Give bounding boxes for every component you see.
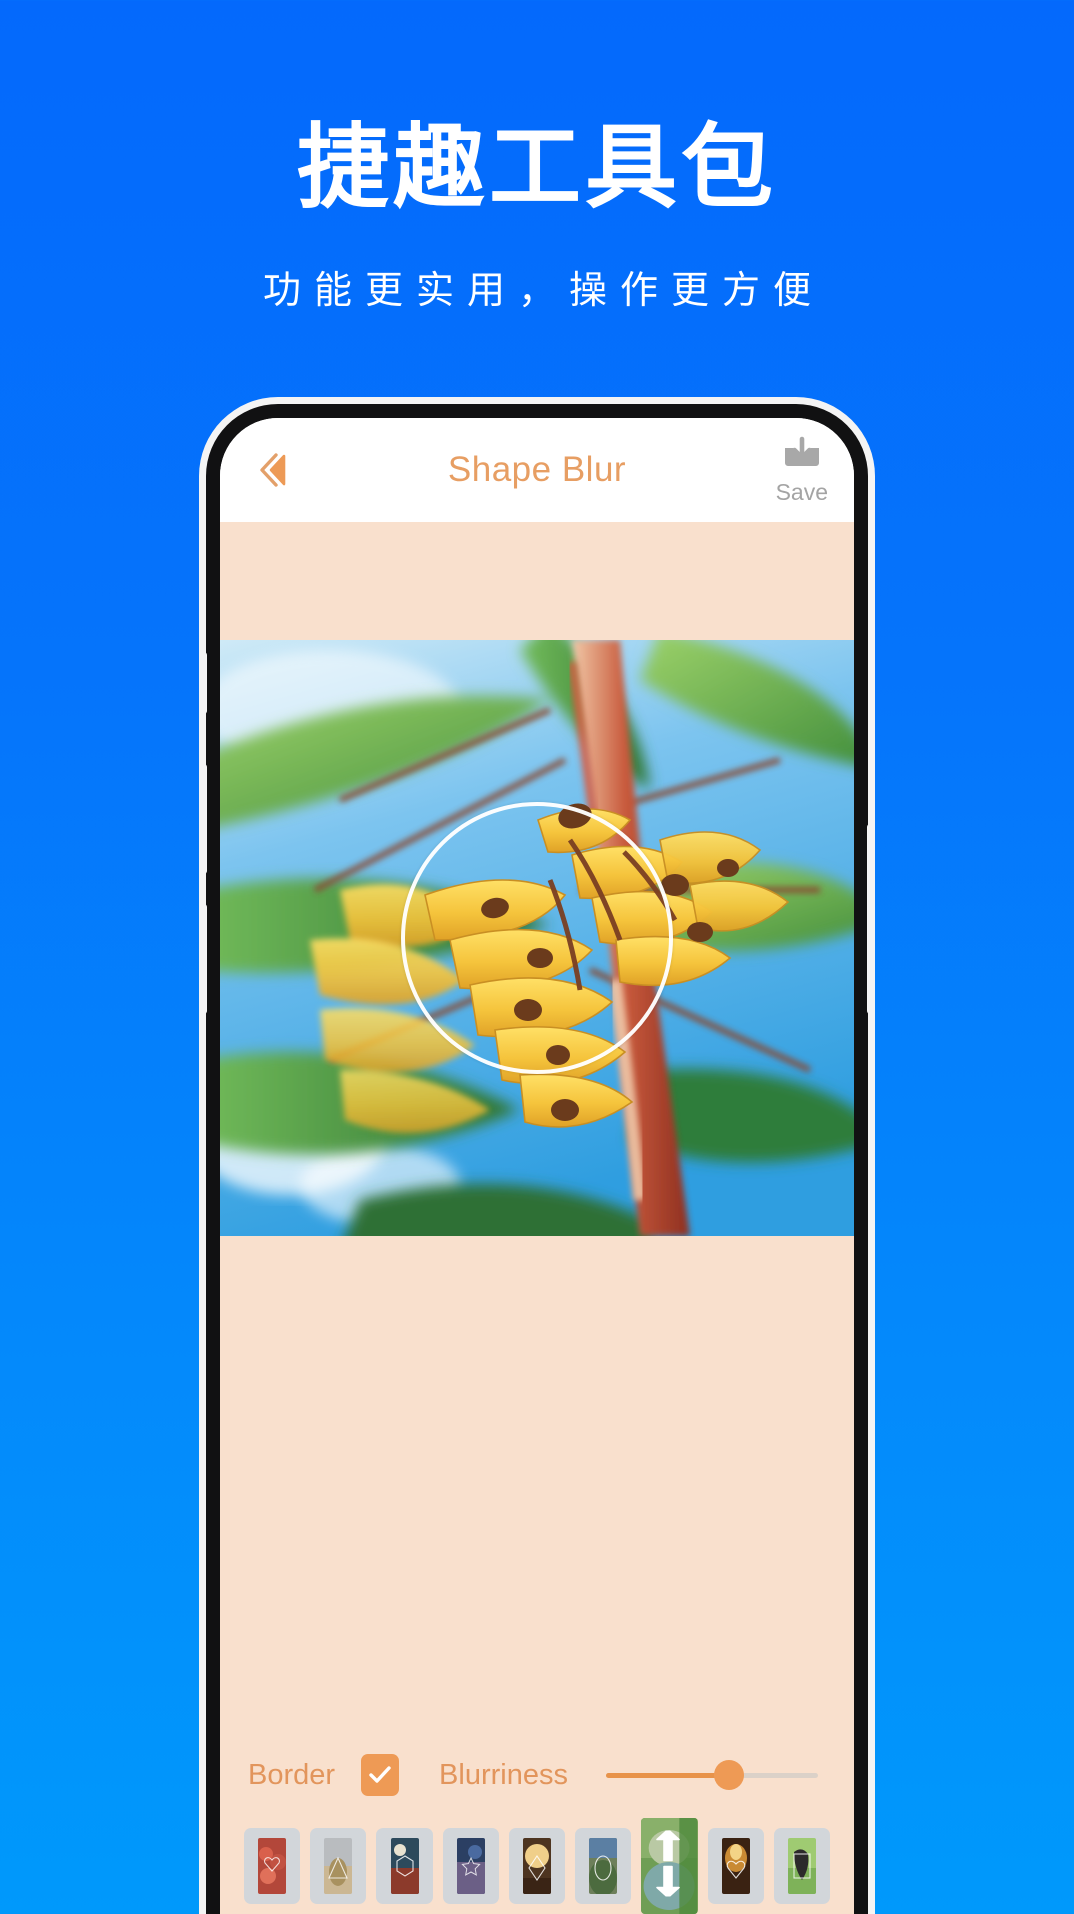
thumb-preview [522, 1838, 551, 1894]
double-chevron-left-icon[interactable] [246, 443, 300, 497]
page-title: Shape Blur [447, 450, 627, 489]
promo-title: 捷趣工具包 [296, 117, 777, 219]
up-down-arrows-icon [650, 1828, 688, 1902]
shape-option-hexagon[interactable] [376, 1828, 433, 1904]
phone-frame: Shape Blur Save Border Blurriness [206, 404, 868, 1914]
shape-option-diamond[interactable] [508, 1828, 566, 1904]
slider-fill [605, 1772, 729, 1778]
editor-top-spacer [220, 522, 854, 640]
download-tray-icon [780, 436, 824, 479]
thumb-preview [787, 1838, 816, 1894]
image-canvas[interactable] [220, 640, 854, 1236]
border-checkbox[interactable] [361, 1754, 400, 1796]
controls-row: Border Blurriness [220, 1732, 854, 1818]
shape-option-square[interactable] [773, 1828, 830, 1904]
shape-overlay-circle[interactable] [401, 802, 673, 1074]
editor-controls-panel: Border Blurriness [220, 1236, 854, 1914]
phone-screen: Shape Blur Save Border Blurriness [220, 418, 854, 1914]
save-button[interactable]: Save [776, 436, 828, 504]
shape-option-heart-2[interactable] [707, 1828, 764, 1904]
save-button-label: Save [775, 479, 828, 505]
thumb-preview [589, 1838, 618, 1894]
slider-thumb[interactable] [713, 1760, 744, 1790]
shape-option-triangle[interactable] [310, 1828, 367, 1904]
thumb-preview [390, 1838, 419, 1894]
phone-mockup: Shape Blur Save Border Blurriness [206, 404, 868, 1914]
phone-power-button[interactable] [867, 824, 868, 1014]
blurriness-label: Blurriness [439, 1758, 568, 1791]
shape-option-heart[interactable] [244, 1828, 301, 1904]
phone-volume-up-button[interactable] [206, 764, 207, 874]
blurriness-slider[interactable] [605, 1758, 818, 1792]
promo-subtitle: 功能更实用，操作更方便 [262, 270, 824, 313]
shape-option-oval[interactable] [575, 1828, 632, 1904]
phone-volume-down-button[interactable] [206, 904, 207, 1014]
thumb-preview [258, 1838, 287, 1894]
shape-option-circle-selected[interactable] [641, 1818, 698, 1914]
app-header-bar: Shape Blur Save [220, 418, 854, 522]
shape-thumbnail-strip[interactable] [220, 1818, 854, 1914]
promo-header: 捷趣工具包 功能更实用，操作更方便 [0, 0, 1074, 314]
editor-area: Border Blurriness [220, 522, 854, 1914]
phone-mute-switch[interactable] [206, 652, 207, 714]
shape-option-star[interactable] [442, 1828, 499, 1904]
thumb-preview [721, 1838, 750, 1894]
border-label: Border [248, 1758, 336, 1791]
thumb-preview [324, 1838, 353, 1894]
thumb-preview [456, 1838, 485, 1894]
